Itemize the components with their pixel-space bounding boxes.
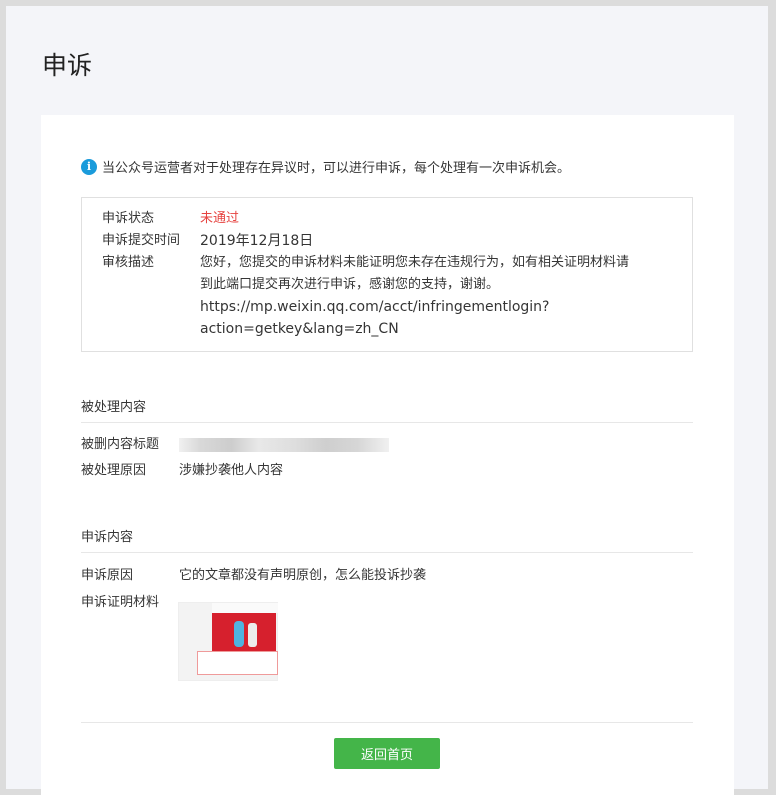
thumbnail-screenshot xyxy=(212,613,276,651)
notice-text: 当公众号运营者对于处理存在异议时，可以进行申诉，每个处理有一次申诉机会。 xyxy=(102,161,571,176)
info-icon: i xyxy=(81,158,97,175)
status-box: 申诉状态 未通过 申诉提交时间 2019年12月18日 审核描述 您好，您提交的… xyxy=(81,197,693,352)
evidence-row: 申诉证明材料 xyxy=(81,593,179,613)
page-frame: 申诉 i 当公众号运营者对于处理存在异议时，可以进行申诉，每个处理有一次申诉机会… xyxy=(6,6,768,795)
review-desc-line: 到此端口提交再次进行申诉，感谢您的支持，谢谢。 xyxy=(200,277,500,292)
evidence-thumbnail[interactable] xyxy=(178,602,278,681)
status-row: 申诉状态 未通过 xyxy=(102,208,239,230)
appeal-section-title: 申诉内容 xyxy=(81,526,693,553)
thumbnail-header xyxy=(212,603,278,613)
appeal-reason-row: 申诉原因 它的文章都没有声明原创，怎么能投诉抄袭 xyxy=(81,566,426,586)
submit-time-value: 2019年12月18日 xyxy=(200,233,314,249)
review-desc-label: 审核描述 xyxy=(102,255,155,270)
appeal-reason-label: 申诉原因 xyxy=(81,568,134,583)
divider xyxy=(81,722,693,723)
deleted-title-row: 被删内容标题 xyxy=(81,435,389,455)
notice: i 当公众号运营者对于处理存在异议时，可以进行申诉，每个处理有一次申诉机会。 xyxy=(81,157,570,176)
status-label: 申诉状态 xyxy=(102,211,155,226)
status-value: 未通过 xyxy=(200,211,240,226)
appeal-reason-value: 它的文章都没有声明原创，怎么能投诉抄袭 xyxy=(179,568,427,583)
processed-reason-label: 被处理原因 xyxy=(81,463,147,478)
thumbnail-highlight-box xyxy=(197,651,278,675)
processed-reason-row: 被处理原因 涉嫌抄袭他人内容 xyxy=(81,461,283,481)
page-title: 申诉 xyxy=(42,51,93,80)
deleted-title-blurred-value xyxy=(179,438,389,452)
review-desc-url[interactable]: https://mp.weixin.qq.com/acct/infringeme… xyxy=(200,296,670,318)
review-desc-value: 您好，您提交的申诉材料未能证明您未存在违规行为，如有相关证明材料请 到此端口提交… xyxy=(200,252,670,340)
deleted-title-label: 被删内容标题 xyxy=(81,437,160,452)
appeal-card: i 当公众号运营者对于处理存在异议时，可以进行申诉，每个处理有一次申诉机会。 申… xyxy=(41,115,734,795)
thumbnail-figure xyxy=(248,623,257,647)
home-button[interactable]: 返回首页 xyxy=(334,738,440,769)
evidence-label: 申诉证明材料 xyxy=(81,595,160,610)
review-desc-row: 审核描述 您好，您提交的申诉材料未能证明您未存在违规行为，如有相关证明材料请 到… xyxy=(102,252,670,340)
review-desc-url[interactable]: action=getkey&lang=zh_CN xyxy=(200,318,670,340)
thumbnail-figure xyxy=(234,621,244,647)
review-desc-line: 您好，您提交的申诉材料未能证明您未存在违规行为，如有相关证明材料请 xyxy=(200,255,630,270)
submit-time-row: 申诉提交时间 2019年12月18日 xyxy=(102,230,313,252)
processed-reason-value: 涉嫌抄袭他人内容 xyxy=(179,463,284,478)
processed-section-title: 被处理内容 xyxy=(81,396,693,423)
submit-time-label: 申诉提交时间 xyxy=(102,233,181,248)
